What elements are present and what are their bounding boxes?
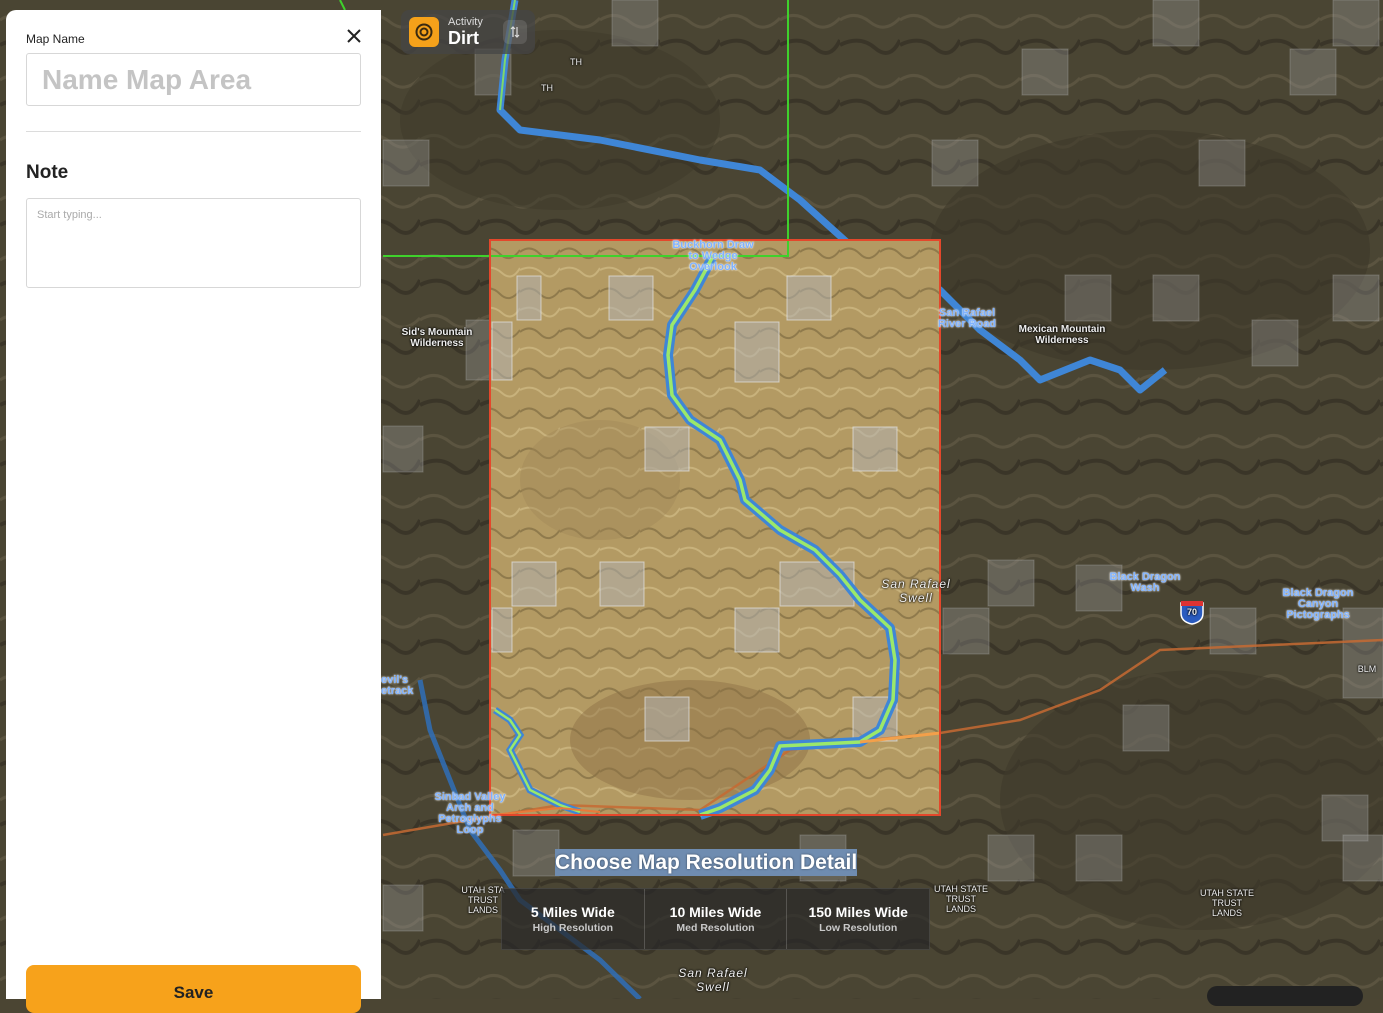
activity-selector[interactable]: Activity Dirt: [401, 10, 535, 54]
map-label-san-rafael-river-road: San Rafael River Road: [937, 307, 997, 330]
map-label-san-rafael-swell: San Rafael Swell: [881, 577, 951, 605]
resolution-option-label: 150 Miles Wide: [808, 903, 908, 920]
map-label-san-rafael-swell-lower: San Rafael Swell: [678, 966, 748, 994]
map-label-utah-trust-lands-3: UTAH STATE TRUST LANDS: [1200, 888, 1254, 918]
save-button[interactable]: Save: [26, 965, 361, 1013]
resolution-option-label: 10 Miles Wide: [669, 903, 762, 920]
activity-label: Activity: [448, 15, 483, 28]
map-label-devils-racetrack: evil's etrack: [381, 674, 414, 697]
resolution-option-10-miles[interactable]: 10 Miles Wide Med Resolution: [645, 889, 788, 949]
resolution-title: Choose Map Resolution Detail: [555, 849, 858, 876]
resolution-option-label: 5 Miles Wide: [530, 903, 615, 920]
activity-value: Dirt: [448, 27, 479, 48]
interstate-shield-label: 70: [1186, 607, 1197, 617]
close-icon[interactable]: [344, 26, 364, 46]
map-label-trailhead: TH: [570, 57, 582, 67]
map-label-black-dragon-canyon: Black Dragon Canyon Pictographs: [1282, 587, 1354, 621]
map-name-label: Map Name: [26, 32, 85, 46]
resolution-option-150-miles[interactable]: 150 Miles Wide Low Resolution: [787, 889, 929, 949]
map-label-trailhead-2: TH: [541, 83, 553, 93]
map-name-input[interactable]: [26, 53, 361, 106]
map-area-panel: Map Name Note Save: [6, 10, 381, 1013]
resolution-option-5-miles[interactable]: 5 Miles Wide High Resolution: [502, 889, 645, 949]
divider: [26, 131, 361, 132]
note-label: Note: [26, 162, 69, 183]
map-label-utah-trust-lands-2: UTAH STATE TRUST LANDS: [934, 884, 988, 914]
resolution-option-sublabel: Low Resolution: [819, 921, 898, 934]
map-label-black-dragon-wash: Black Dragon Wash: [1109, 571, 1181, 594]
map-control-pill[interactable]: [1207, 986, 1363, 1006]
resolution-option-sublabel: High Resolution: [532, 921, 614, 934]
map-label-sinbad-valley: Sinbad Valley Arch and Petroglyphs Loop: [434, 791, 506, 836]
map-label-buckhorn: Buckhorn Draw to Wedge Overlook: [672, 239, 754, 273]
adjust-activity-icon[interactable]: [503, 20, 527, 44]
note-input[interactable]: [26, 198, 361, 288]
map-label-blm: BLM: [1357, 664, 1377, 674]
map-label-mexican-mountain: Mexican Mountain Wilderness: [1018, 324, 1106, 346]
dirt-activity-icon: [409, 17, 439, 47]
map-label-sids-mountain: Sid's Mountain Wilderness: [401, 327, 473, 349]
resolution-options: 5 Miles Wide High Resolution 10 Miles Wi…: [501, 888, 930, 950]
resolution-option-sublabel: Med Resolution: [676, 921, 755, 934]
